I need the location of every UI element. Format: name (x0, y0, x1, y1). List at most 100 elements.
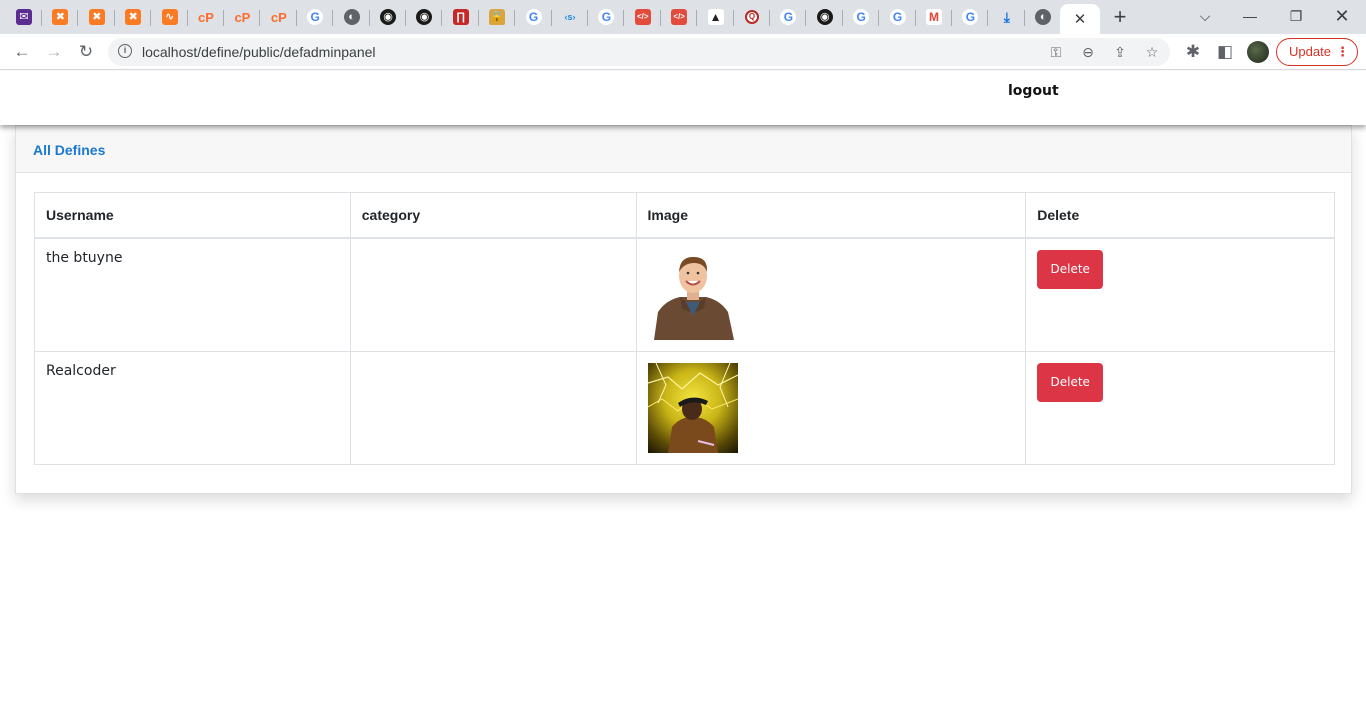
cpanel-icon: cP (198, 9, 214, 25)
browser-tab[interactable]: G (883, 4, 916, 30)
browser-tab[interactable]: Q (737, 4, 770, 30)
restore-icon[interactable]: ❐ (1276, 4, 1316, 28)
table-row: Realcoder Delete (34, 350, 1335, 465)
reload-icon[interactable]: ↻ (74, 40, 98, 64)
back-icon[interactable]: ← (10, 40, 34, 64)
delete-button[interactable]: Delete (1037, 249, 1104, 289)
user-photo (647, 362, 738, 453)
tab-separator (914, 10, 916, 26)
zoom-icon[interactable]: ⊖ (1078, 43, 1098, 61)
tab-separator (514, 10, 516, 26)
browser-tab[interactable]: ∏ (446, 4, 479, 30)
close-window-icon[interactable]: ✕ (1322, 4, 1362, 28)
image-cell (635, 350, 1027, 465)
tab-separator (987, 10, 989, 26)
browser-tab[interactable]: M (919, 4, 952, 30)
notebook-icon: ∏ (452, 9, 469, 25)
side-panel-icon[interactable]: ◧ (1213, 40, 1237, 64)
github-icon: ◉ (380, 9, 396, 25)
browser-tab[interactable]: ✖ (118, 4, 152, 30)
browser-tab[interactable]: G (519, 4, 552, 30)
update-button[interactable]: Update ⋮ (1276, 38, 1358, 66)
google-icon: G (525, 9, 542, 25)
forward-icon[interactable]: → (42, 40, 66, 64)
browser-tab[interactable]: ◉ (810, 4, 843, 30)
browser-tab[interactable]: G (300, 4, 334, 30)
image-cell (635, 237, 1027, 352)
globe-icon: ◐ (343, 9, 360, 25)
tab-separator (405, 10, 406, 26)
mail-icon: ✉ (16, 9, 32, 25)
github-icon: ◉ (416, 9, 433, 25)
browser-tab[interactable]: G (591, 4, 625, 30)
browser-tab[interactable]: cP (264, 4, 297, 30)
tab-separator (550, 10, 552, 26)
card-header: All Defines (16, 126, 1351, 173)
close-tab-icon[interactable]: ✕ (1074, 10, 1087, 28)
table-row: the btuyne Delete (34, 237, 1335, 352)
browser-tab[interactable]: ✉ (9, 4, 42, 30)
linux-icon: ▲ (707, 9, 724, 25)
browser-tab[interactable]: ◐ (1028, 4, 1062, 30)
google-icon: G (598, 9, 615, 25)
tab-separator (150, 10, 152, 26)
user-photo (647, 249, 738, 340)
browser-tab[interactable]: G (773, 4, 807, 30)
column-header-username: Username (34, 192, 351, 239)
browser-tab[interactable]: ◉ (409, 4, 443, 30)
code-icon: ‹s› (564, 11, 576, 22)
delete-button[interactable]: Delete (1037, 362, 1104, 402)
profile-avatar[interactable] (1247, 41, 1269, 63)
site-info-icon[interactable]: i (118, 44, 132, 58)
quora-icon: Q (745, 10, 759, 24)
browser-tab[interactable]: ▲ (701, 4, 734, 30)
logout-link[interactable]: logout (1008, 83, 1059, 99)
browser-tab[interactable]: </> (664, 4, 698, 30)
download-icon: ⤓ (1003, 9, 1010, 25)
browser-tab[interactable]: G (955, 4, 989, 30)
browser-tab[interactable]: </> (628, 4, 661, 30)
bookmark-star-icon[interactable]: ☆ (1142, 43, 1162, 61)
menu-dots-icon[interactable]: ⋮ (1336, 39, 1349, 65)
update-label: Update (1289, 44, 1331, 59)
google-icon: G (889, 9, 906, 25)
browser-tab[interactable]: ∿ (155, 4, 188, 30)
browser-tab[interactable]: G (846, 4, 880, 30)
defines-card: All Defines Username category Image Dele… (15, 125, 1352, 494)
category-cell (349, 350, 637, 465)
browser-tab[interactable]: ✖ (45, 4, 79, 30)
tab-separator (77, 10, 79, 26)
browser-tab[interactable]: 🔒 (482, 4, 516, 30)
browser-tab[interactable]: ◉ (373, 4, 406, 30)
browser-toolbar: ← → ↻ i localhost/define/public/defadmin… (0, 34, 1366, 70)
tab-separator (696, 10, 698, 26)
browser-tab[interactable]: ✖ (82, 4, 115, 30)
browser-tab[interactable]: ⤓ (992, 4, 1025, 30)
top-navbar: logout (0, 71, 1366, 125)
extensions-icon[interactable]: ✱ (1181, 40, 1205, 64)
delete-cell: Delete (1025, 237, 1335, 352)
google-icon: G (853, 9, 870, 25)
new-tab-button[interactable]: + (1108, 6, 1132, 30)
tab-separator (878, 10, 880, 26)
browser-tab[interactable]: ‹s› (555, 4, 588, 30)
cpanel-icon: cP (270, 9, 287, 25)
key-icon[interactable]: ⚿ (1046, 43, 1066, 61)
browser-tab[interactable]: cP (191, 4, 224, 30)
cpanel-icon: cP (234, 9, 251, 25)
tab-separator (332, 10, 334, 26)
share-icon[interactable]: ⇪ (1110, 43, 1130, 61)
tab-separator (113, 10, 115, 26)
xampp-icon: ✖ (88, 9, 105, 25)
active-tab[interactable]: ✕ (1060, 4, 1100, 34)
browser-tab[interactable]: cP (227, 4, 261, 30)
username-cell: Realcoder (34, 350, 351, 465)
url-text[interactable]: localhost/define/public/defadminpanel (142, 44, 376, 60)
address-bar[interactable]: i localhost/define/public/defadminpanel … (108, 38, 1170, 66)
tab-separator (805, 10, 807, 26)
tab-separator (623, 10, 625, 26)
browser-tab[interactable]: ◐ (337, 4, 370, 30)
google-icon: G (962, 9, 979, 25)
minimize-icon[interactable]: — (1230, 4, 1270, 28)
tab-search-icon[interactable]: ⌵ (1185, 4, 1225, 28)
